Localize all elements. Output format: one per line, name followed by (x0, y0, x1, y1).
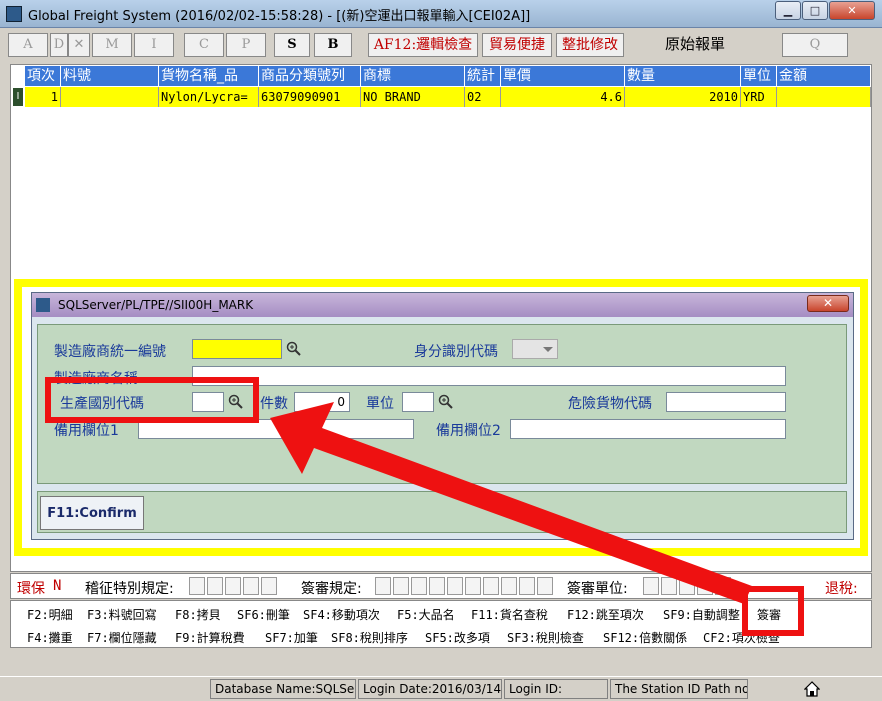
status-bar: Database Name:SQLServer Login Date:2016/… (0, 676, 882, 701)
status-login-id: Login ID: (504, 679, 608, 699)
status-database: Database Name:SQLServer (210, 679, 356, 699)
status-station: The Station ID Path not S (610, 679, 748, 699)
home-icon[interactable] (804, 681, 820, 697)
annotation-arrow-icon (270, 402, 752, 604)
status-login-date: Login Date:2016/03/14 (358, 679, 502, 699)
